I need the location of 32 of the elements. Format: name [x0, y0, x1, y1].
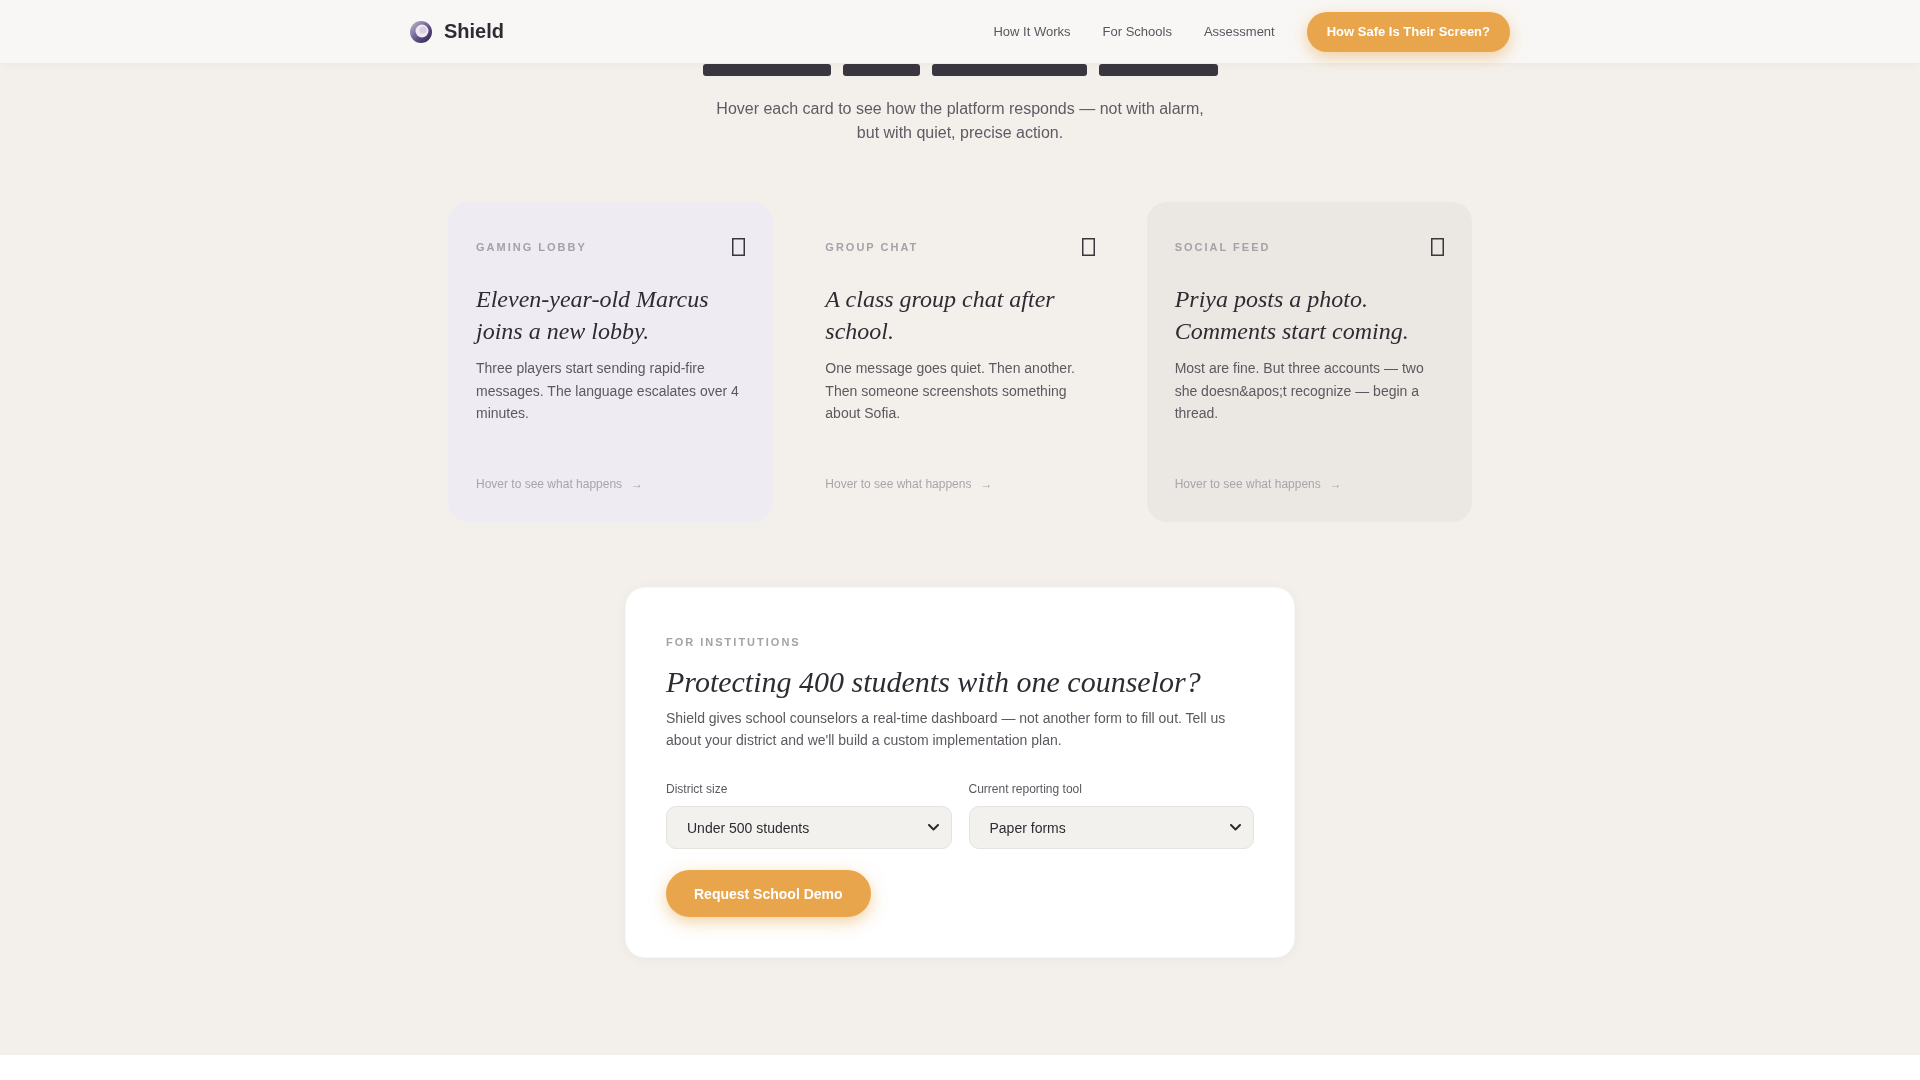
field-label: Current reporting tool	[968, 781, 1083, 797]
nav-link[interactable]: Assessment	[1203, 24, 1275, 39]
arrow-icon: →	[631, 476, 644, 492]
category-label: SOCIAL FEED	[1174, 240, 1271, 254]
chevron-down-icon	[1230, 824, 1241, 831]
card-title: A class group chat after school.	[825, 285, 1056, 346]
institutions-description: Shield gives school counselors a real-time dashboard — not another form to fill out. Tell us about your district and we'll build a custom implementation plan.	[666, 709, 1227, 750]
card-description: One message goes quiet. Then another. Then someone screenshots something about Sofia.	[825, 359, 1076, 423]
card-description: Three players start sending rapid-fire messages. The language escalates over 4 minutes.	[476, 359, 740, 423]
category-label: GAMING LOBBY	[476, 240, 587, 254]
field-label: District size	[666, 781, 729, 797]
hover-hint: Hover to see what happens	[1174, 476, 1321, 492]
nav-link[interactable]: For Schools	[1102, 24, 1172, 39]
hover-hint: Hover to see what happens	[825, 476, 972, 492]
nav-link[interactable]: How It Works	[993, 24, 1071, 39]
rectangle-icon	[732, 238, 746, 256]
arrow-icon: →	[1329, 476, 1342, 492]
select-field[interactable]: Under 500 students	[666, 806, 952, 849]
institutions-heading: Protecting 400 students with one counselor?	[666, 664, 1201, 700]
select-field[interactable]: Paper forms	[968, 806, 1254, 849]
brand-name[interactable]: Shield	[444, 20, 504, 43]
card-title: Priya posts a photo. Comments start coming.	[1174, 285, 1410, 346]
eyebrow-label: FOR INSTITUTIONS	[666, 635, 801, 649]
hover-hint: Hover to see what happens	[476, 476, 623, 492]
logo-icon	[410, 20, 432, 43]
chevron-down-icon	[927, 824, 939, 831]
rectangle-icon	[1081, 238, 1095, 256]
category-label: GROUP CHAT	[825, 240, 919, 254]
section-subtitle: Hover each card to see how the platform responds — not with alarm, but with quiet, precise action.	[715, 99, 1205, 143]
rectangle-icon	[1431, 238, 1444, 256]
card-description: Most are fine. But three accounts — two she doesn&apos;t recognize — begin a thread.	[1174, 359, 1425, 423]
arrow-icon: →	[980, 476, 993, 492]
